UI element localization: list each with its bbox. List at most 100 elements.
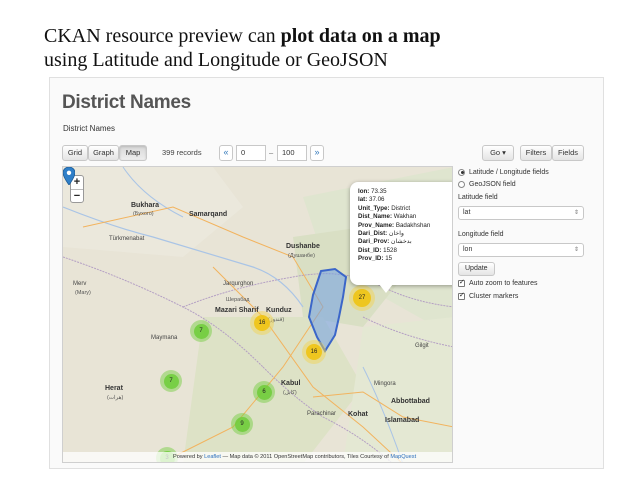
pager-dash: –: [269, 148, 274, 157]
map-label: Kohat: [348, 411, 368, 418]
auto-zoom-checkbox[interactable]: [458, 278, 465, 287]
caption-text: CKAN resource preview can: [44, 25, 281, 47]
popup-key: Unit_Type:: [358, 204, 390, 212]
cluster-marker[interactable]: 7: [160, 370, 182, 392]
lat-field-select[interactable]: lat ⇕: [458, 206, 584, 220]
cluster-markers-checkbox[interactable]: [458, 291, 465, 300]
popup-row: lat: 37.06: [358, 196, 452, 204]
caption-bold-text: plot data on a map: [280, 25, 441, 47]
select-caret-icon: ⇕: [573, 247, 579, 253]
cluster-marker[interactable]: 9: [231, 413, 253, 435]
map-label: Mingora: [374, 381, 396, 387]
popup-value: Wakhan: [393, 213, 417, 221]
cluster-count: 6: [256, 384, 272, 400]
filters-button[interactable]: Filters: [520, 145, 552, 161]
tab-graph[interactable]: Graph: [88, 145, 119, 161]
radio-latlon-row[interactable]: Latitude / Longitude fields: [458, 166, 598, 178]
map-label: Samarqand: [189, 211, 228, 218]
cluster-marker[interactable]: 16: [250, 311, 274, 335]
auto-zoom-row[interactable]: Auto zoom to features: [458, 277, 598, 289]
popup-key: Dari_Prov:: [358, 238, 390, 246]
select-value: lon: [463, 246, 473, 253]
popup-value: 73.35: [371, 188, 387, 195]
popup-tip: [379, 284, 393, 293]
radio-label: GeoJSON field: [469, 180, 516, 188]
popup-row: Prov_ID: 15: [358, 255, 452, 263]
popup-row: Unit_Type: District: [358, 204, 452, 213]
map-label: (Душанбе): [288, 253, 315, 259]
radio-geojson-row[interactable]: GeoJSON field: [458, 178, 598, 190]
update-button[interactable]: Update: [458, 262, 495, 276]
popup-value: واخان: [388, 230, 404, 238]
map-label: Islamabad: [385, 417, 420, 424]
pager-prev-button[interactable]: «: [219, 145, 233, 161]
map-view[interactable]: Bukhara (Буxoro) Samarqand Türkmenabat D…: [62, 166, 453, 463]
checkbox-label: Auto zoom to features: [469, 279, 538, 287]
popup-value: 15: [385, 255, 393, 263]
leaflet-link[interactable]: Leaflet: [204, 454, 221, 460]
popup-value: بدخشان: [391, 238, 412, 246]
map-label: Merv: [73, 281, 87, 287]
map-label: (هرات): [107, 395, 124, 401]
map-settings-panel: Latitude / Longitude fields GeoJSON fiel…: [458, 166, 598, 302]
popup-key: Prov_Name:: [358, 221, 395, 229]
map-label: Parachinar: [307, 411, 337, 417]
cluster-marker[interactable]: 27: [349, 285, 375, 311]
map-label: Maymana: [151, 335, 178, 341]
popup-value: 1528: [383, 246, 397, 254]
popup-row: lon: 73.35: [358, 188, 452, 196]
map-attribution: Powered by Leaflet — Map data © 2011 Ope…: [63, 452, 452, 462]
radio-label: Latitude / Longitude fields: [469, 168, 549, 176]
map-label: Gilgit: [415, 343, 429, 349]
pager-to-input[interactable]: 100: [277, 145, 307, 161]
popup-key: lat:: [358, 196, 368, 204]
map-label: Abbottabad: [391, 398, 430, 405]
map-pin-icon[interactable]: [63, 167, 75, 185]
cluster-markers-row[interactable]: Cluster markers: [458, 290, 598, 302]
select-value: lat: [463, 209, 471, 216]
select-caret-icon: ⇕: [573, 210, 579, 216]
cluster-marker[interactable]: 6: [253, 381, 275, 403]
popup-value: District: [391, 204, 411, 212]
map-label: Bukhara: [131, 202, 160, 209]
fields-button[interactable]: Fields: [552, 145, 584, 161]
radio-geojson[interactable]: [458, 180, 465, 188]
lon-field-select[interactable]: lon ⇕: [458, 243, 584, 257]
map-label: (کابل): [283, 390, 297, 396]
cluster-marker[interactable]: 16: [302, 340, 326, 364]
popup-row: Prov_Name: Badakhshan: [358, 221, 452, 230]
checkbox-label: Cluster markers: [469, 292, 519, 300]
lon-field-label: Longitude field: [458, 231, 504, 238]
go-dropdown-button[interactable]: Go ▾: [482, 145, 514, 161]
caption-line-2: using Latitude and Longitude or GeoJSON: [44, 49, 388, 71]
ckan-screenshot: District Names District Names Grid Graph…: [49, 77, 604, 469]
cluster-count: 16: [306, 344, 322, 360]
radio-latlon[interactable]: [458, 168, 465, 176]
lat-field-label: Latitude field: [458, 194, 498, 201]
map-label: (Mary): [75, 290, 91, 296]
page-subtitle: District Names: [63, 124, 116, 133]
cluster-count: 7: [193, 323, 209, 339]
popup-key: Dist_ID:: [358, 246, 382, 254]
popup-key: Dari_Dist:: [358, 230, 388, 238]
popup-key: lon:: [358, 188, 370, 195]
tab-grid[interactable]: Grid: [62, 145, 88, 161]
popup-row: Dari_Prov: بدخشان: [358, 238, 452, 246]
attribution-text: Powered by: [173, 454, 205, 460]
caption-line-1: CKAN resource preview can plot data on a…: [44, 24, 634, 48]
feature-popup: × lon: 73.35 lat: 37.06 Unit_Type: Distr…: [350, 182, 452, 285]
map-label: Kabul: [281, 380, 301, 387]
slide-caption: CKAN resource preview can plot data on a…: [44, 24, 634, 72]
popup-key: Dist_Name:: [358, 213, 393, 221]
tab-map[interactable]: Map: [119, 145, 147, 161]
popup-value: Badakhshan: [395, 221, 431, 229]
mapquest-link[interactable]: MapQuest: [390, 454, 416, 460]
map-label: Jarqurghon: [223, 281, 254, 287]
map-label: Dushanbe: [286, 243, 320, 250]
map-label: Türkmenabat: [109, 236, 145, 242]
record-count: 399 records: [162, 148, 202, 157]
zoom-out-button[interactable]: −: [71, 189, 83, 202]
cluster-marker[interactable]: 7: [190, 320, 212, 342]
pager-from-input[interactable]: 0: [236, 145, 266, 161]
pager-next-button[interactable]: »: [310, 145, 324, 161]
